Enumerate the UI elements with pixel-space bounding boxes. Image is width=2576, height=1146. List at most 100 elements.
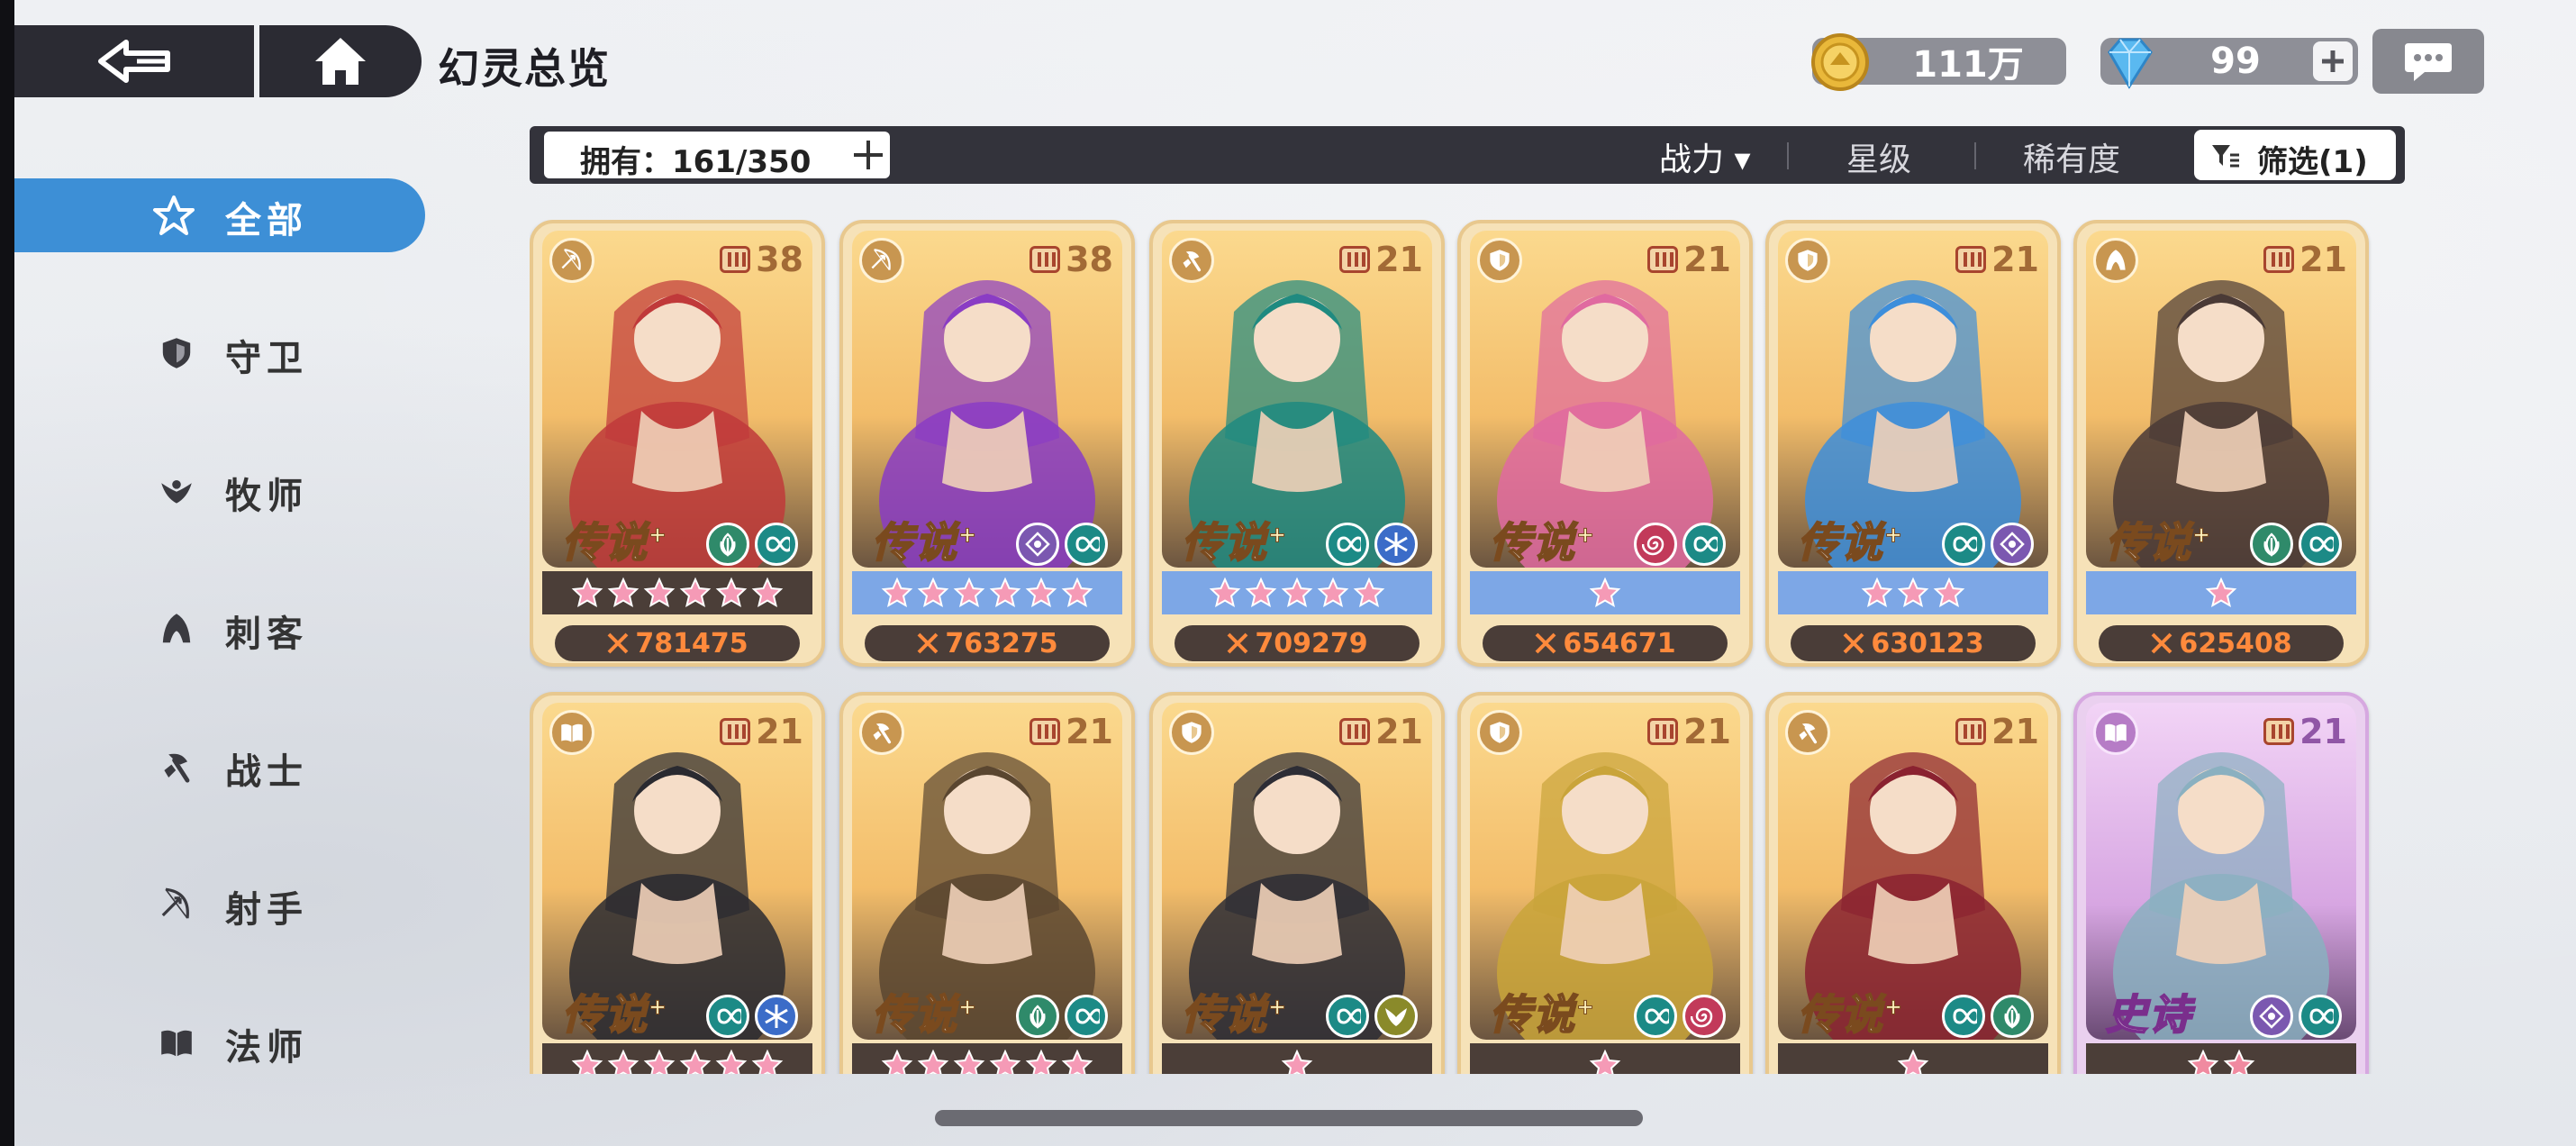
star-icon: [917, 577, 949, 608]
star-rating: [852, 1043, 1122, 1074]
level-value: 21: [1375, 712, 1423, 751]
sidebar-item-4[interactable]: 战士: [14, 730, 425, 804]
spirit-card[interactable]: 21 传说+ 654671: [1457, 220, 1753, 667]
sidebar-item-3[interactable]: 刺客: [14, 592, 425, 666]
star-rating: [542, 571, 812, 614]
spirit-card[interactable]: 21 传说+: [1765, 692, 2061, 1074]
infinity-element-icon: [2299, 523, 2342, 566]
spirit-card[interactable]: 21 传说+ 709279: [1149, 220, 1445, 667]
rarity-label: 传说+: [1789, 982, 1913, 1040]
rarity-text: 传说: [1181, 517, 1268, 568]
spirit-card[interactable]: 21 传说+: [1457, 692, 1753, 1074]
rarity-text: 传说: [1489, 517, 1576, 568]
star-icon: [1209, 577, 1241, 608]
infinity-element-icon: [1065, 995, 1108, 1038]
spirit-card[interactable]: 21 传说+ 630123: [1765, 220, 2061, 667]
combat-power-value: 763275: [945, 627, 1058, 659]
level-value: 38: [756, 240, 803, 279]
infinity-element-icon: [755, 523, 798, 566]
scrollbar[interactable]: [935, 1110, 1643, 1126]
filter-icon: [2212, 145, 2239, 168]
leaf-glyph-icon: [2004, 1005, 2020, 1029]
level-value: 21: [2299, 712, 2347, 751]
level-icon: [2263, 246, 2295, 273]
sort-rarity-tab[interactable]: 稀有度: [2023, 133, 2120, 180]
wing-element-icon: [1374, 995, 1418, 1038]
class-badge: [1785, 710, 1830, 755]
add-gems-button[interactable]: [2313, 41, 2353, 81]
snow-element-icon: [1374, 523, 1418, 566]
infinity-element-icon: [1683, 523, 1726, 566]
snow-glyph-icon: [1384, 532, 1408, 556]
star-icon: [751, 1049, 784, 1074]
home-button[interactable]: [259, 25, 422, 97]
expand-plus-icon[interactable]: [852, 139, 884, 171]
rarity-text: 传说: [871, 989, 958, 1040]
sidebar-item-6[interactable]: 法师: [14, 1005, 425, 1079]
rarity-plus: +: [957, 522, 979, 548]
level-badge: 21: [1647, 712, 1731, 751]
level-icon: [1339, 718, 1371, 745]
star-rating: [2086, 571, 2356, 614]
bow-icon: [161, 887, 189, 919]
star-rating: [1470, 1043, 1740, 1074]
all-star-icon: [153, 196, 195, 235]
spirit-card[interactable]: 38 传说+ 763275: [839, 220, 1135, 667]
character-art: 21 史诗: [2086, 703, 2356, 1040]
sort-star-tab[interactable]: 星级: [1846, 133, 1911, 180]
level-icon: [1029, 718, 1061, 745]
leaf-element-icon: [1016, 995, 1059, 1038]
leaf-element-icon: [706, 523, 749, 566]
level-icon: [720, 246, 751, 273]
combat-power: 763275: [865, 625, 1110, 661]
infinity-element-icon: [1942, 523, 1985, 566]
character-art: 38 传说+: [542, 231, 812, 568]
star-icon: [1061, 577, 1093, 608]
sidebar-item-0[interactable]: 全部: [14, 178, 425, 252]
spirit-card[interactable]: 38 传说+ 781475: [530, 220, 825, 667]
spirit-card[interactable]: 21 传说+ 625408: [2073, 220, 2369, 667]
page-title: 幻灵总览: [438, 44, 611, 93]
rarity-plus: +: [1883, 522, 1905, 548]
hood-icon: [2106, 250, 2126, 270]
sidebar-item-label: 刺客: [225, 614, 308, 655]
book-icon: [2105, 723, 2127, 742]
level-badge: 21: [1339, 712, 1423, 751]
filter-label: 筛选(1): [2257, 144, 2368, 180]
star-rating: [1778, 1043, 2048, 1074]
level-value: 21: [1066, 712, 1113, 751]
combat-power-value: 781475: [635, 627, 748, 659]
back-button[interactable]: [14, 25, 254, 97]
class-badge: [549, 710, 594, 755]
rarity-plus: +: [2191, 522, 2213, 548]
sidebar-item-label: 法师: [225, 1027, 308, 1069]
axe-icon: [873, 723, 892, 744]
star-icon: [1245, 577, 1277, 608]
spirit-card[interactable]: 21 传说+: [1149, 692, 1445, 1074]
class-badge: [859, 238, 904, 283]
bow-icon: [871, 249, 891, 270]
rarity-label: 传说+: [553, 510, 677, 568]
star-icon: [643, 577, 676, 608]
sidebar-item-2[interactable]: 牧师: [14, 454, 425, 528]
sidebar-item-1[interactable]: 守卫: [14, 316, 425, 390]
spirit-card[interactable]: 21 传说+: [839, 692, 1135, 1074]
snow-glyph-icon: [765, 1005, 788, 1028]
chat-button[interactable]: [2372, 29, 2484, 94]
sidebar-item-5[interactable]: 射手: [14, 868, 425, 941]
book-icon: [561, 723, 583, 742]
rarity-plus: +: [957, 994, 979, 1020]
back-arrow-icon: [98, 40, 170, 83]
shield-icon: [1490, 722, 1510, 743]
spirit-card[interactable]: 21 传说+: [530, 692, 825, 1074]
shield-icon: [162, 338, 191, 368]
combat-power-value: 654671: [1563, 627, 1676, 659]
spirit-card[interactable]: 21 史诗: [2073, 692, 2369, 1074]
star-icon: [1025, 1049, 1057, 1074]
rarity-label: 传说+: [1173, 510, 1297, 568]
filter-button[interactable]: 筛选(1): [2194, 130, 2396, 180]
filter-bar: 拥有：161/350 战力 ▾ 星级 稀有度 筛选(1): [530, 126, 2405, 184]
level-icon: [1029, 246, 1061, 273]
wings-icon: [161, 480, 192, 504]
sort-power-tab[interactable]: 战力 ▾: [1659, 133, 1751, 180]
